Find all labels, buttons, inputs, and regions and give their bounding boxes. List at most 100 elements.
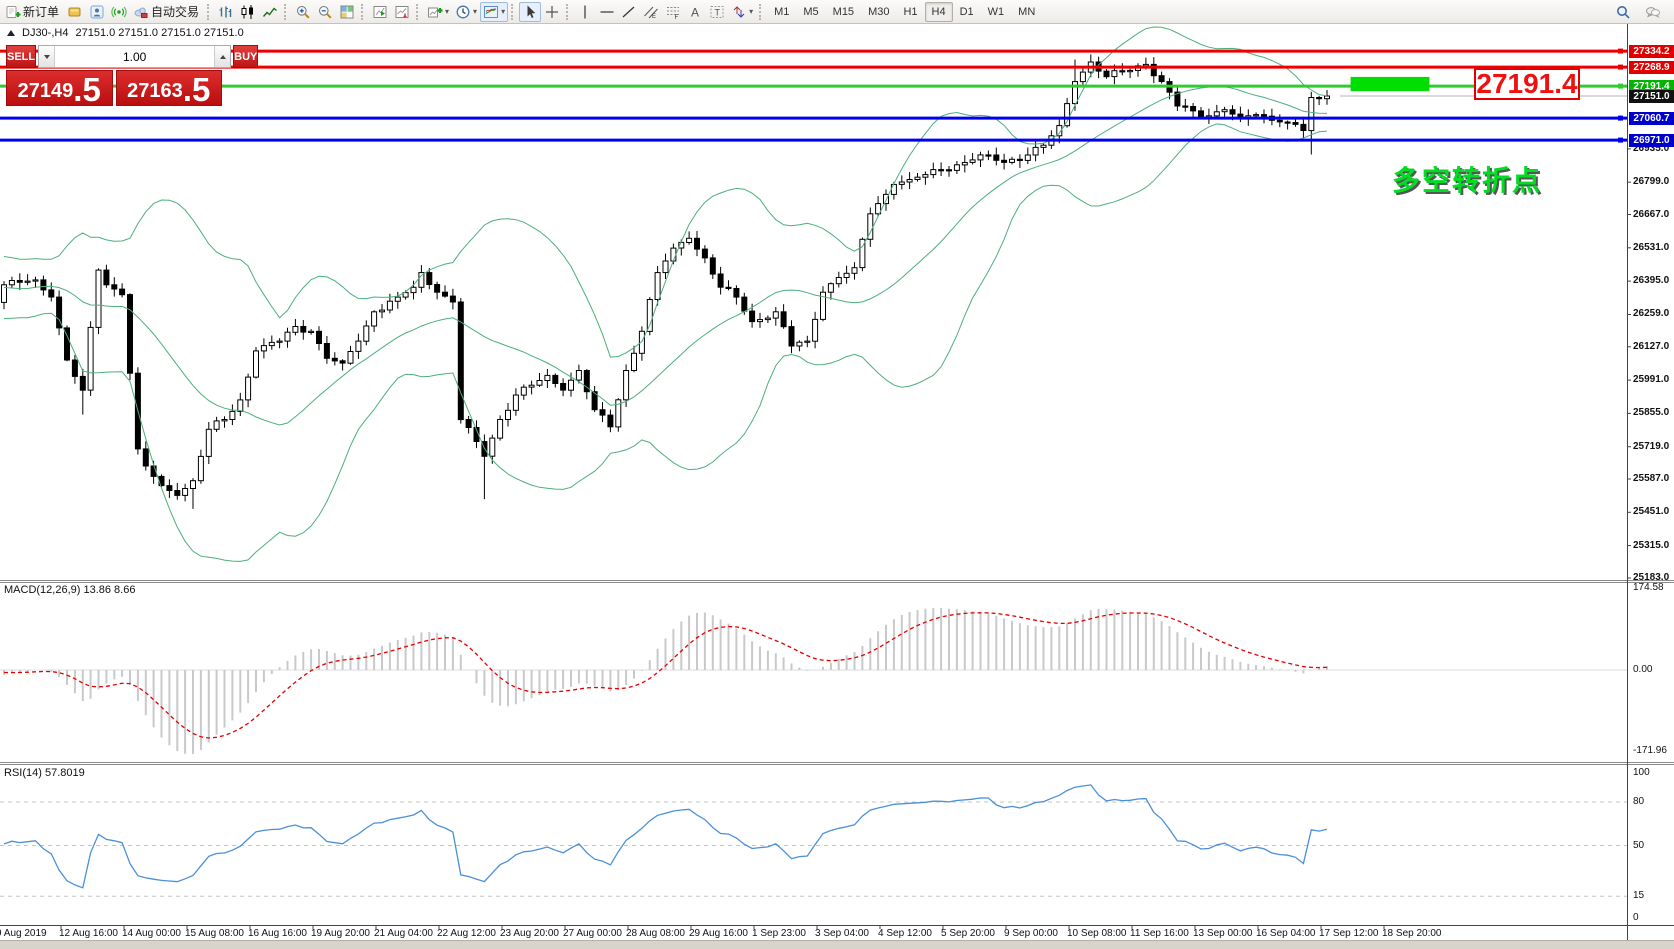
rsi-axis-label: 100: [1633, 767, 1650, 778]
text-a-icon: A: [687, 4, 703, 20]
one-click-trading-panel: SELL BUY 27149 .5 27163 .5: [6, 45, 222, 106]
price-tick-label: 25719.0: [1633, 441, 1669, 452]
crosshair-button[interactable]: [541, 2, 563, 22]
toolbar-grip: [361, 4, 366, 20]
chat-button[interactable]: [1642, 2, 1664, 22]
template-button[interactable]: ▾: [480, 2, 508, 22]
macd-axis-label: 174.58: [1633, 582, 1664, 593]
shapes-button[interactable]: ▾: [728, 2, 756, 22]
price-callout[interactable]: 27191.4: [1474, 68, 1580, 100]
rsi-label: RSI(14) 57.8019: [4, 767, 85, 779]
toolbar-grip: [759, 4, 764, 20]
toolbar-grip: [566, 4, 571, 20]
svg-text:E: E: [652, 14, 656, 20]
date-label: 12 Aug 16:00: [59, 928, 118, 939]
clock-button[interactable]: ▾: [452, 2, 480, 22]
date-label: 19 Aug 20:00: [311, 928, 370, 939]
volume-decrease-button[interactable]: [39, 46, 55, 67]
volume-input[interactable]: [55, 46, 214, 67]
date-label: 28 Aug 08:00: [626, 928, 685, 939]
auto-scroll-button[interactable]: [391, 2, 413, 22]
hline-marker: [1618, 65, 1623, 70]
candles-icon: [240, 4, 256, 20]
trendline-button[interactable]: [618, 2, 640, 22]
date-label: 16 Sep 04:00: [1256, 928, 1316, 939]
toolbar-grip: [511, 4, 516, 20]
search-icon: [1615, 4, 1631, 20]
price-tick-label: 26667.0: [1633, 209, 1669, 220]
profile-button[interactable]: [86, 2, 108, 22]
auto-scroll-icon: [394, 4, 410, 20]
zoom-in-icon: [295, 4, 311, 20]
sell-button[interactable]: SELL: [6, 45, 36, 68]
dropdown-arrow-icon[interactable]: ▾: [445, 7, 449, 16]
vline-button[interactable]: [574, 2, 596, 22]
timeframe-h1-button[interactable]: H1: [896, 2, 924, 22]
timeframe-w1-button[interactable]: W1: [981, 2, 1012, 22]
price-tag: 27334.2: [1629, 45, 1674, 58]
clock-icon: [455, 4, 471, 20]
timeframe-d1-button[interactable]: D1: [953, 2, 981, 22]
date-label: 27 Aug 00:00: [563, 928, 622, 939]
search-button[interactable]: [1612, 2, 1634, 22]
dropdown-arrow-icon[interactable]: ▾: [473, 7, 477, 16]
chart-shift-button[interactable]: [369, 2, 391, 22]
bars-button[interactable]: [215, 2, 237, 22]
text-a-button[interactable]: A: [684, 2, 706, 22]
timeframe-m1-button[interactable]: M1: [767, 2, 796, 22]
crosshair-icon: [544, 4, 560, 20]
date-label: 5 Sep 20:00: [941, 928, 995, 939]
timeframe-m15-button[interactable]: M15: [826, 2, 861, 22]
timeframe-h4-button[interactable]: H4: [925, 2, 953, 22]
dropdown-arrow-icon[interactable]: ▾: [749, 7, 753, 16]
buy-price-box[interactable]: 27163 .5: [116, 70, 223, 106]
mt4-window: 新订单 自动交易 ▾ ▾ ▾ E FAT ▾ M1M5M15M30H1H4D1W1MN DJ30…: [0, 0, 1674, 949]
timeframe-m5-button[interactable]: M5: [796, 2, 825, 22]
signal-button[interactable]: [108, 2, 130, 22]
chart-canvas[interactable]: [0, 0, 1674, 949]
toolbar-right: [1612, 2, 1672, 22]
price-tag: 27060.7: [1629, 112, 1674, 125]
timeframe-m30-button[interactable]: M30: [861, 2, 896, 22]
price-tick-label: 25855.0: [1633, 407, 1669, 418]
sell-price-box[interactable]: 27149 .5: [6, 70, 113, 106]
buy-price-frac: .5: [183, 76, 211, 104]
bottom-scrollbar[interactable]: [0, 940, 1674, 949]
symbol-timeframe-label: DJ30-,H4: [22, 27, 68, 39]
buy-button[interactable]: BUY: [233, 45, 258, 68]
cloud-button[interactable]: 自动交易: [130, 2, 204, 22]
channel-button[interactable]: E: [640, 2, 662, 22]
timeframe-mn-button[interactable]: MN: [1011, 2, 1042, 22]
gold-button[interactable]: [64, 2, 86, 22]
dropdown-arrow-icon[interactable]: ▾: [501, 7, 505, 16]
text-t-button[interactable]: T: [706, 2, 728, 22]
new-order-button[interactable]: 新订单: [2, 2, 64, 22]
bars-icon: [218, 4, 234, 20]
ohlc-values: 27151.0 27151.0 27151.0 27151.0: [75, 27, 243, 39]
fibo-button[interactable]: F: [662, 2, 684, 22]
green-supply-zone[interactable]: [1351, 77, 1430, 91]
volume-increase-button[interactable]: [214, 46, 230, 67]
candles-button[interactable]: [237, 2, 259, 22]
buy-price-int: 27163: [127, 81, 183, 104]
linechart-button[interactable]: [259, 2, 281, 22]
date-label: 3 Sep 04:00: [815, 928, 869, 939]
hline-marker: [1618, 138, 1623, 143]
channel-icon: E: [643, 4, 659, 20]
date-label: 11 Sep 16:00: [1130, 928, 1189, 939]
fibo-icon: F: [665, 4, 681, 20]
rsi-axis-label: 50: [1633, 840, 1644, 851]
hline-button[interactable]: [596, 2, 618, 22]
zoom-out-button[interactable]: [314, 2, 336, 22]
date-label: 13 Sep 00:00: [1193, 928, 1253, 939]
collapse-arrow-icon[interactable]: [7, 30, 15, 36]
macd-label: MACD(12,26,9) 13.86 8.66: [4, 584, 135, 596]
cursor-button[interactable]: [519, 2, 541, 22]
date-label: 15 Aug 08:00: [185, 928, 244, 939]
tile-button[interactable]: [336, 2, 358, 22]
plus-chart-button[interactable]: ▾: [424, 2, 452, 22]
zoom-in-button[interactable]: [292, 2, 314, 22]
current-price-tag: 27151.0: [1629, 90, 1674, 103]
annotation-text[interactable]: 多空转折点: [1392, 159, 1542, 199]
shapes-icon: [731, 4, 747, 20]
